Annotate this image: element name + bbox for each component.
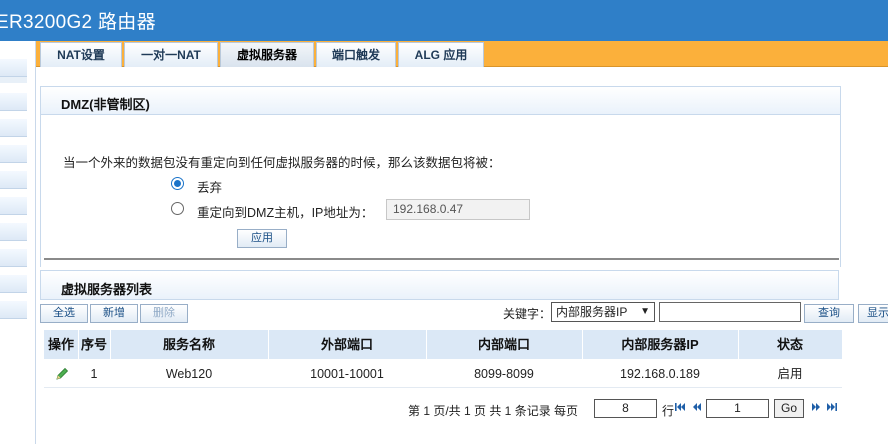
page-number-input[interactable]: 1 — [706, 399, 769, 418]
row-unit-label: 行 — [662, 404, 675, 418]
col-external-port: 外部端口 — [320, 337, 373, 352]
sidebar-item[interactable] — [0, 171, 27, 189]
dmz-title: DMZ(非管制区) — [61, 97, 150, 112]
first-page-icon[interactable] — [674, 401, 686, 413]
col-internal-port: 内部端口 — [477, 337, 530, 352]
keyword-label: 关键字： — [503, 307, 552, 321]
col-status: 状态 — [776, 337, 803, 352]
col-service-name: 服务名称 — [162, 337, 215, 352]
apply-button[interactable]: 应用 — [237, 229, 287, 248]
sidebar — [0, 41, 36, 444]
tab-port-trigger[interactable]: 端口触发 — [316, 42, 396, 67]
radio-drop-label: 丢弃 — [197, 181, 223, 195]
app-title: ER3200G2 路由器 — [0, 12, 156, 33]
prev-page-icon[interactable] — [691, 401, 703, 413]
sidebar-item[interactable] — [0, 249, 27, 267]
sidebar-item[interactable] — [0, 275, 27, 293]
show-button[interactable]: 显示 — [858, 304, 888, 323]
table-row: 1 Web120 10001-10001 8099-8099 192.168.0… — [44, 360, 842, 388]
chevron-down-icon: ▼ — [640, 306, 650, 317]
last-page-icon[interactable] — [826, 401, 838, 413]
dmz-ip-field[interactable]: 192.168.0.47 — [386, 199, 530, 220]
select-all-button[interactable]: 全选 — [40, 304, 88, 323]
tab-virtual-server[interactable]: 虚拟服务器 — [220, 42, 314, 67]
query-button[interactable]: 查询 — [804, 304, 854, 323]
go-button[interactable]: Go — [774, 399, 804, 418]
cell-internal-port: 8099-8099 — [474, 367, 534, 381]
list-panel-header: 虚拟服务器列表 — [40, 270, 839, 300]
tab-bar: NAT设置 一对一NAT 虚拟服务器 端口触发 ALG 应用 — [36, 41, 888, 67]
radio-redirect-label: 重定向到DMZ主机，IP地址为： — [197, 206, 374, 220]
list-title: 虚拟服务器列表 — [61, 282, 153, 297]
sidebar-item[interactable] — [0, 145, 27, 163]
keyword-select-value: 内部服务器IP — [556, 305, 628, 319]
sidebar-item[interactable] — [0, 223, 27, 241]
tab-nat-settings[interactable]: NAT设置 — [40, 42, 122, 67]
sidebar-item[interactable] — [0, 93, 27, 111]
per-page-input[interactable]: 8 — [594, 399, 657, 418]
sidebar-item[interactable] — [0, 301, 27, 319]
add-button[interactable]: 新增 — [90, 304, 138, 323]
sidebar-item[interactable] — [0, 119, 27, 137]
cell-service-name: Web120 — [165, 367, 213, 381]
keyword-select[interactable]: 内部服务器IP ▼ — [551, 302, 655, 322]
col-internal-ip: 内部服务器IP — [621, 337, 699, 352]
radio-redirect[interactable] — [171, 202, 184, 215]
cell-external-port: 10001-10001 — [310, 367, 384, 381]
table-header: 操作 序号 服务名称 外部端口 内部端口 内部服务器IP 状态 — [44, 330, 842, 359]
dmz-panel: 当一个外来的数据包没有重定向到任何虚拟服务器的时候，那么该数据包将被： 丢弃 重… — [40, 115, 841, 267]
cell-status: 启用 — [777, 367, 803, 381]
dmz-panel-header: DMZ(非管制区) — [40, 86, 841, 115]
radio-drop[interactable] — [171, 177, 184, 190]
cell-index: 1 — [90, 367, 98, 381]
next-page-icon[interactable] — [810, 401, 822, 413]
sidebar-item[interactable] — [0, 59, 27, 77]
tab-one-to-one-nat[interactable]: 一对一NAT — [124, 42, 218, 67]
dmz-description: 当一个外来的数据包没有重定向到任何虚拟服务器的时候，那么该数据包将被： — [63, 156, 501, 170]
sidebar-item[interactable] — [0, 197, 27, 215]
cell-internal-ip: 192.168.0.189 — [620, 367, 700, 381]
delete-button[interactable]: 删除 — [140, 304, 188, 323]
pagination-summary: 第 1 页/共 1 页 共 1 条记录 每页 — [408, 404, 579, 418]
app-titlebar: ER3200G2 路由器 — [0, 0, 888, 41]
tab-alg[interactable]: ALG 应用 — [398, 42, 484, 67]
col-index: 序号 — [80, 337, 107, 352]
col-action: 操作 — [47, 337, 74, 352]
edit-icon[interactable] — [54, 366, 70, 382]
divider — [44, 258, 839, 260]
keyword-input[interactable] — [659, 302, 801, 322]
